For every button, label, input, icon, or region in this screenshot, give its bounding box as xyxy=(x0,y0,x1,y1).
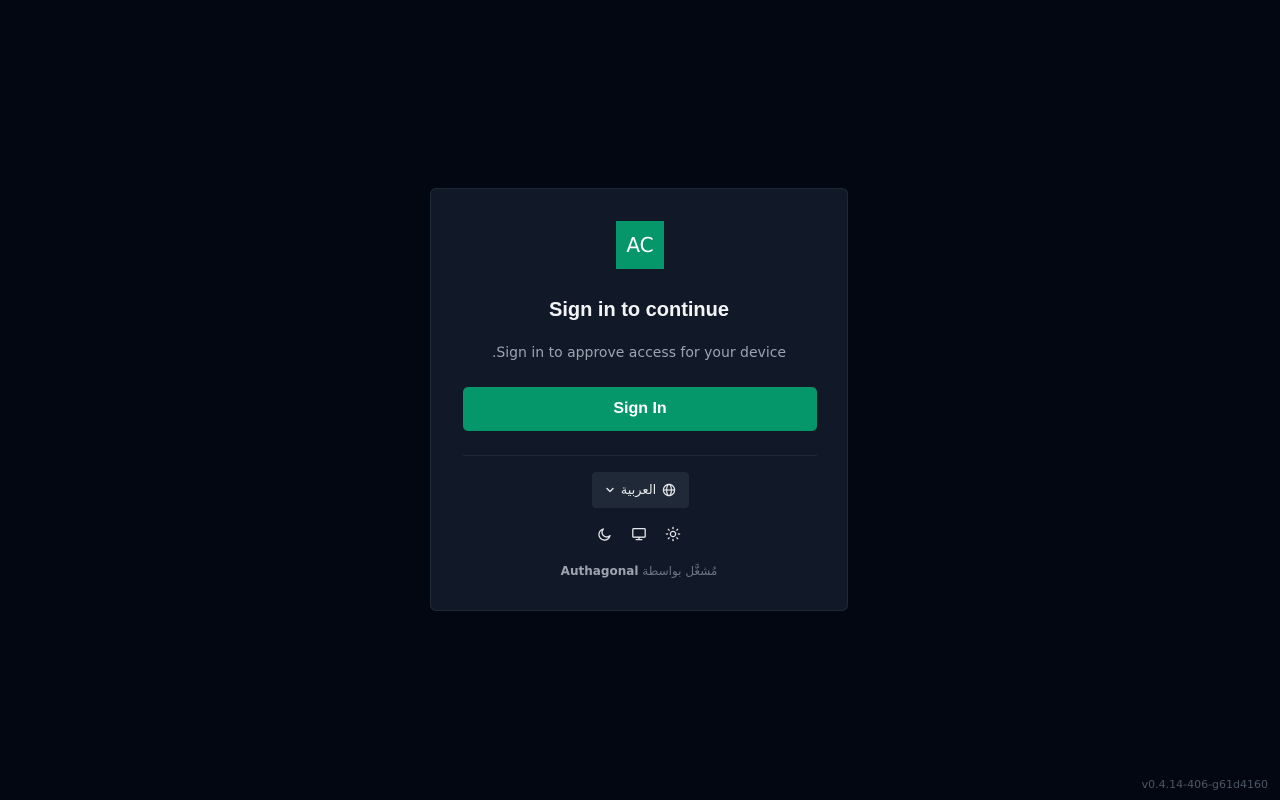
moon-icon xyxy=(597,526,613,547)
sign-in-button-label: Sign In xyxy=(613,400,667,417)
theme-light-button[interactable] xyxy=(664,525,682,547)
divider xyxy=(463,455,817,456)
version-label: v0.4.14-406-g61d4160 xyxy=(1141,778,1268,791)
language-selector[interactable]: العربية xyxy=(592,472,689,508)
theme-system-button[interactable] xyxy=(630,525,648,547)
login-page: AC Sign in to continue .Sign in to appro… xyxy=(0,0,1280,800)
app-logo-text: AC xyxy=(626,233,654,257)
app-logo: AC xyxy=(616,221,664,269)
signin-card: AC Sign in to continue .Sign in to appro… xyxy=(430,188,848,611)
theme-toggle xyxy=(431,525,847,547)
chevron-down-icon xyxy=(605,485,615,495)
page-subtitle: .Sign in to approve access for your devi… xyxy=(491,345,787,361)
globe-icon xyxy=(662,483,676,497)
sign-in-button[interactable]: Sign In xyxy=(463,387,817,431)
page-title: Sign in to continue xyxy=(549,299,729,321)
powered-by-brand[interactable]: Authagonal xyxy=(561,564,639,578)
sun-icon xyxy=(665,526,681,547)
theme-dark-button[interactable] xyxy=(596,525,614,547)
language-label: العربية xyxy=(620,482,657,498)
monitor-icon xyxy=(631,526,647,547)
powered-by: Authagonal مُشغَّل بواسطة xyxy=(431,564,847,578)
powered-by-prefix: مُشغَّل بواسطة xyxy=(642,564,718,578)
